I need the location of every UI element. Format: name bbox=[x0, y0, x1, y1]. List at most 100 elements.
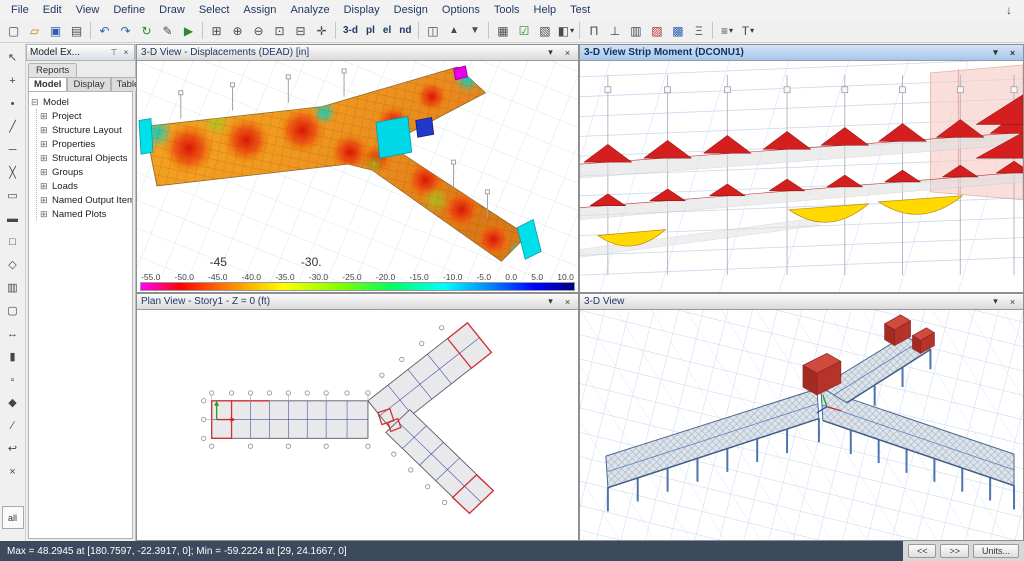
show-moment-icon[interactable]: ▨ bbox=[646, 21, 667, 41]
zoom-out-icon[interactable]: ⊖ bbox=[248, 21, 269, 41]
expand-icon[interactable]: ⊞ bbox=[40, 195, 50, 206]
save-icon[interactable]: ▣ bbox=[45, 21, 66, 41]
select-pointer-icon[interactable]: ↖ bbox=[2, 46, 24, 69]
fill-objects-dropdown[interactable]: ◧ ▾ bbox=[555, 21, 576, 41]
model-3d-canvas[interactable] bbox=[580, 310, 1023, 540]
draw-point-icon[interactable]: • bbox=[2, 92, 24, 115]
previous-page-button[interactable]: << bbox=[907, 544, 937, 558]
draw-strip-icon[interactable]: ▥ bbox=[2, 276, 24, 299]
close-icon[interactable]: × bbox=[121, 48, 131, 57]
zoom-window-icon[interactable]: ⊞ bbox=[206, 21, 227, 41]
select-all-button[interactable]: all bbox=[1, 506, 24, 529]
zoom-in-icon[interactable]: ⊕ bbox=[227, 21, 248, 41]
close-icon[interactable]: × bbox=[561, 48, 574, 58]
tree-item-named-output-items[interactable]: ⊞ Named Output Items bbox=[40, 193, 132, 207]
draw-frame-icon[interactable]: Π bbox=[583, 21, 604, 41]
chevron-down-icon[interactable]: ▾ bbox=[544, 47, 557, 58]
draw-column-icon[interactable]: ⊥ bbox=[604, 21, 625, 41]
display-options-icon[interactable]: ▧ bbox=[534, 21, 555, 41]
strip-moment-canvas[interactable] bbox=[580, 61, 1023, 292]
collapse-icon[interactable]: ⊟ bbox=[31, 97, 41, 108]
menu-design[interactable]: Design bbox=[387, 3, 435, 17]
align-options-dropdown[interactable]: ≡ ▾ bbox=[716, 21, 737, 41]
viewport-title-bar[interactable]: Plan View - Story1 - Z = 0 (ft) ▾ × bbox=[137, 294, 578, 310]
tree-item-model[interactable]: ⊟ Model bbox=[31, 95, 130, 109]
tab-model[interactable]: Model bbox=[28, 77, 68, 91]
show-strips-icon[interactable]: ▥ bbox=[625, 21, 646, 41]
edit-icon[interactable]: ✎ bbox=[157, 21, 178, 41]
draw-braces-icon[interactable]: ╳ bbox=[2, 161, 24, 184]
new-model-icon[interactable]: ▢ bbox=[3, 21, 24, 41]
pin-icon[interactable]: ⊤ bbox=[109, 48, 119, 57]
show-contours-icon[interactable]: ▩ bbox=[667, 21, 688, 41]
object-viewer-icon[interactable]: ◫ bbox=[422, 21, 443, 41]
show-tables-icon[interactable]: ▦ bbox=[492, 21, 513, 41]
menu-select[interactable]: Select bbox=[192, 3, 237, 17]
tree-item-loads[interactable]: ⊞ Loads bbox=[40, 179, 130, 193]
next-page-button[interactable]: >> bbox=[940, 544, 969, 558]
menu-view[interactable]: View bbox=[69, 3, 107, 17]
tree-item-groups[interactable]: ⊞ Groups bbox=[40, 165, 130, 179]
up-one-story-icon[interactable]: ▲ bbox=[443, 21, 464, 41]
text-options-dropdown[interactable]: T ▾ bbox=[737, 21, 758, 41]
view-3d-button[interactable]: 3-d bbox=[339, 21, 362, 41]
chevron-down-icon[interactable]: ▾ bbox=[544, 296, 557, 307]
close-icon[interactable]: × bbox=[1006, 297, 1019, 307]
expand-icon[interactable]: ⊞ bbox=[40, 139, 50, 150]
draw-poly-area-icon[interactable]: ◇ bbox=[2, 253, 24, 276]
menu-test[interactable]: Test bbox=[563, 3, 597, 17]
show-checks-icon[interactable]: ☑ bbox=[513, 21, 534, 41]
refresh-icon[interactable]: ↻ bbox=[136, 21, 157, 41]
expand-icon[interactable]: ⊞ bbox=[40, 111, 50, 122]
section-cut-icon[interactable]: Ξ bbox=[688, 21, 709, 41]
tab-display[interactable]: Display bbox=[67, 77, 111, 91]
redo-icon[interactable]: ↷ bbox=[115, 21, 136, 41]
select-window-icon[interactable]: ▫ bbox=[2, 368, 24, 391]
tree-item-project[interactable]: ⊞ Project bbox=[40, 109, 130, 123]
select-poly-icon[interactable]: ◆ bbox=[2, 391, 24, 414]
zoom-previous-icon[interactable]: ⊟ bbox=[290, 21, 311, 41]
undo-icon[interactable]: ↶ bbox=[94, 21, 115, 41]
select-line-icon[interactable]: ∕ bbox=[2, 414, 24, 437]
viewport-title-bar[interactable]: 3-D View ▾ × bbox=[580, 294, 1023, 310]
expand-icon[interactable]: ⊞ bbox=[40, 209, 50, 220]
menu-display[interactable]: Display bbox=[337, 3, 387, 17]
plan-view-button[interactable]: pl bbox=[362, 21, 379, 41]
named-display-button[interactable]: nd bbox=[395, 21, 415, 41]
draw-area-icon[interactable]: ▭ bbox=[2, 184, 24, 207]
menu-options[interactable]: Options bbox=[435, 3, 487, 17]
draw-dimension-icon[interactable]: ↔ bbox=[2, 322, 24, 345]
tree-item-structure-layout[interactable]: ⊞ Structure Layout bbox=[40, 123, 130, 137]
viewport-title-bar[interactable]: 3-D View - Displacements (DEAD) [in] ▾ × bbox=[137, 45, 578, 61]
expand-icon[interactable]: ⊞ bbox=[40, 181, 50, 192]
previous-selection-icon[interactable]: ↩ bbox=[2, 437, 24, 460]
draw-opening-icon[interactable]: ▢ bbox=[2, 299, 24, 322]
draw-rect-area-icon[interactable]: □ bbox=[2, 230, 24, 253]
dock-icon[interactable]: ↓ bbox=[1006, 3, 1020, 17]
tab-reports[interactable]: Reports bbox=[28, 63, 78, 77]
pan-icon[interactable]: ✛ bbox=[311, 21, 332, 41]
zoom-extents-icon[interactable]: ⊡ bbox=[269, 21, 290, 41]
chevron-down-icon[interactable]: ▾ bbox=[989, 296, 1002, 307]
menu-edit[interactable]: Edit bbox=[36, 3, 69, 17]
expand-icon[interactable]: ⊞ bbox=[40, 153, 50, 164]
menu-file[interactable]: File bbox=[4, 3, 36, 17]
plan-view-canvas[interactable] bbox=[137, 310, 578, 540]
open-icon[interactable]: ▱ bbox=[24, 21, 45, 41]
draw-line-icon[interactable]: ╱ bbox=[2, 115, 24, 138]
menu-draw[interactable]: Draw bbox=[152, 3, 192, 17]
displacement-canvas[interactable]: -45 -30. -55.0 -50.0 -45.0 -40.0 -35.0 -… bbox=[137, 61, 578, 292]
expand-icon[interactable]: ⊞ bbox=[40, 167, 50, 178]
elevation-view-button[interactable]: el bbox=[379, 21, 395, 41]
quick-draw-line-icon[interactable]: ─ bbox=[2, 138, 24, 161]
clear-selection-icon[interactable]: × bbox=[2, 460, 24, 483]
tree-item-properties[interactable]: ⊞ Properties bbox=[40, 137, 130, 151]
print-icon[interactable]: ▤ bbox=[66, 21, 87, 41]
menu-tools[interactable]: Tools bbox=[487, 3, 527, 17]
draw-wall-icon[interactable]: ▮ bbox=[2, 345, 24, 368]
chevron-down-icon[interactable]: ▾ bbox=[989, 47, 1002, 58]
close-icon[interactable]: × bbox=[561, 297, 574, 307]
quick-draw-area-icon[interactable]: ▬ bbox=[2, 207, 24, 230]
menu-analyze[interactable]: Analyze bbox=[283, 3, 336, 17]
tree-item-named-plots[interactable]: ⊞ Named Plots bbox=[40, 207, 130, 221]
